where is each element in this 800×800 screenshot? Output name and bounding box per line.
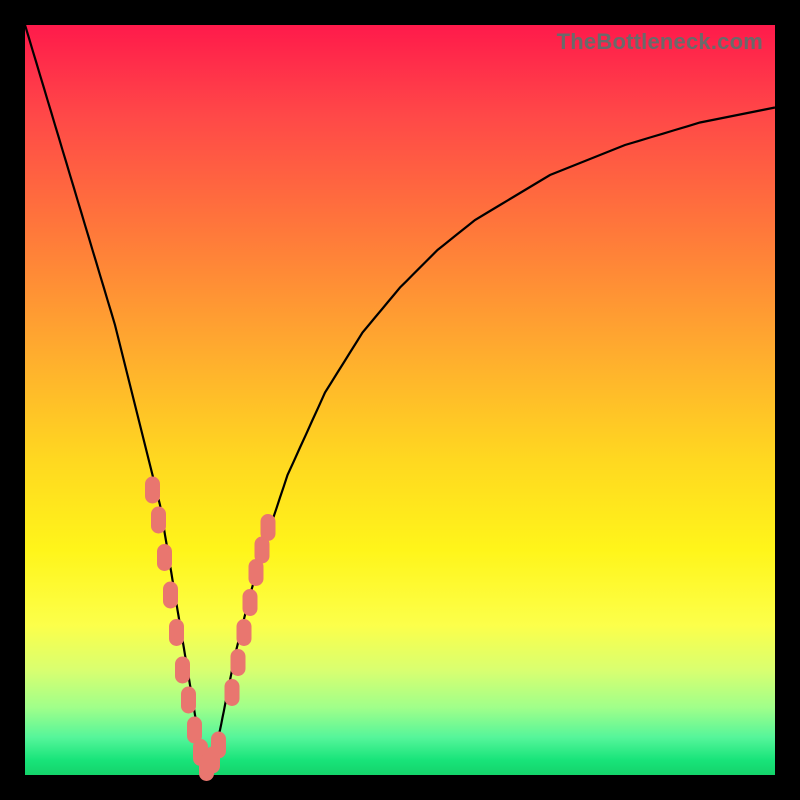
chart-svg xyxy=(25,25,775,775)
data-marker xyxy=(212,732,226,758)
data-marker xyxy=(237,620,251,646)
data-marker xyxy=(243,590,257,616)
data-marker xyxy=(152,507,166,533)
data-marker xyxy=(164,582,178,608)
outer-frame: TheBottleneck.com xyxy=(0,0,800,800)
data-marker xyxy=(225,680,239,706)
data-marker xyxy=(231,650,245,676)
data-marker xyxy=(261,515,275,541)
data-markers xyxy=(146,477,276,781)
bottleneck-curve xyxy=(25,25,775,768)
data-marker xyxy=(176,657,190,683)
data-marker xyxy=(158,545,172,571)
chart-panel: TheBottleneck.com xyxy=(25,25,775,775)
data-marker xyxy=(146,477,160,503)
data-marker xyxy=(170,620,184,646)
data-marker xyxy=(182,687,196,713)
